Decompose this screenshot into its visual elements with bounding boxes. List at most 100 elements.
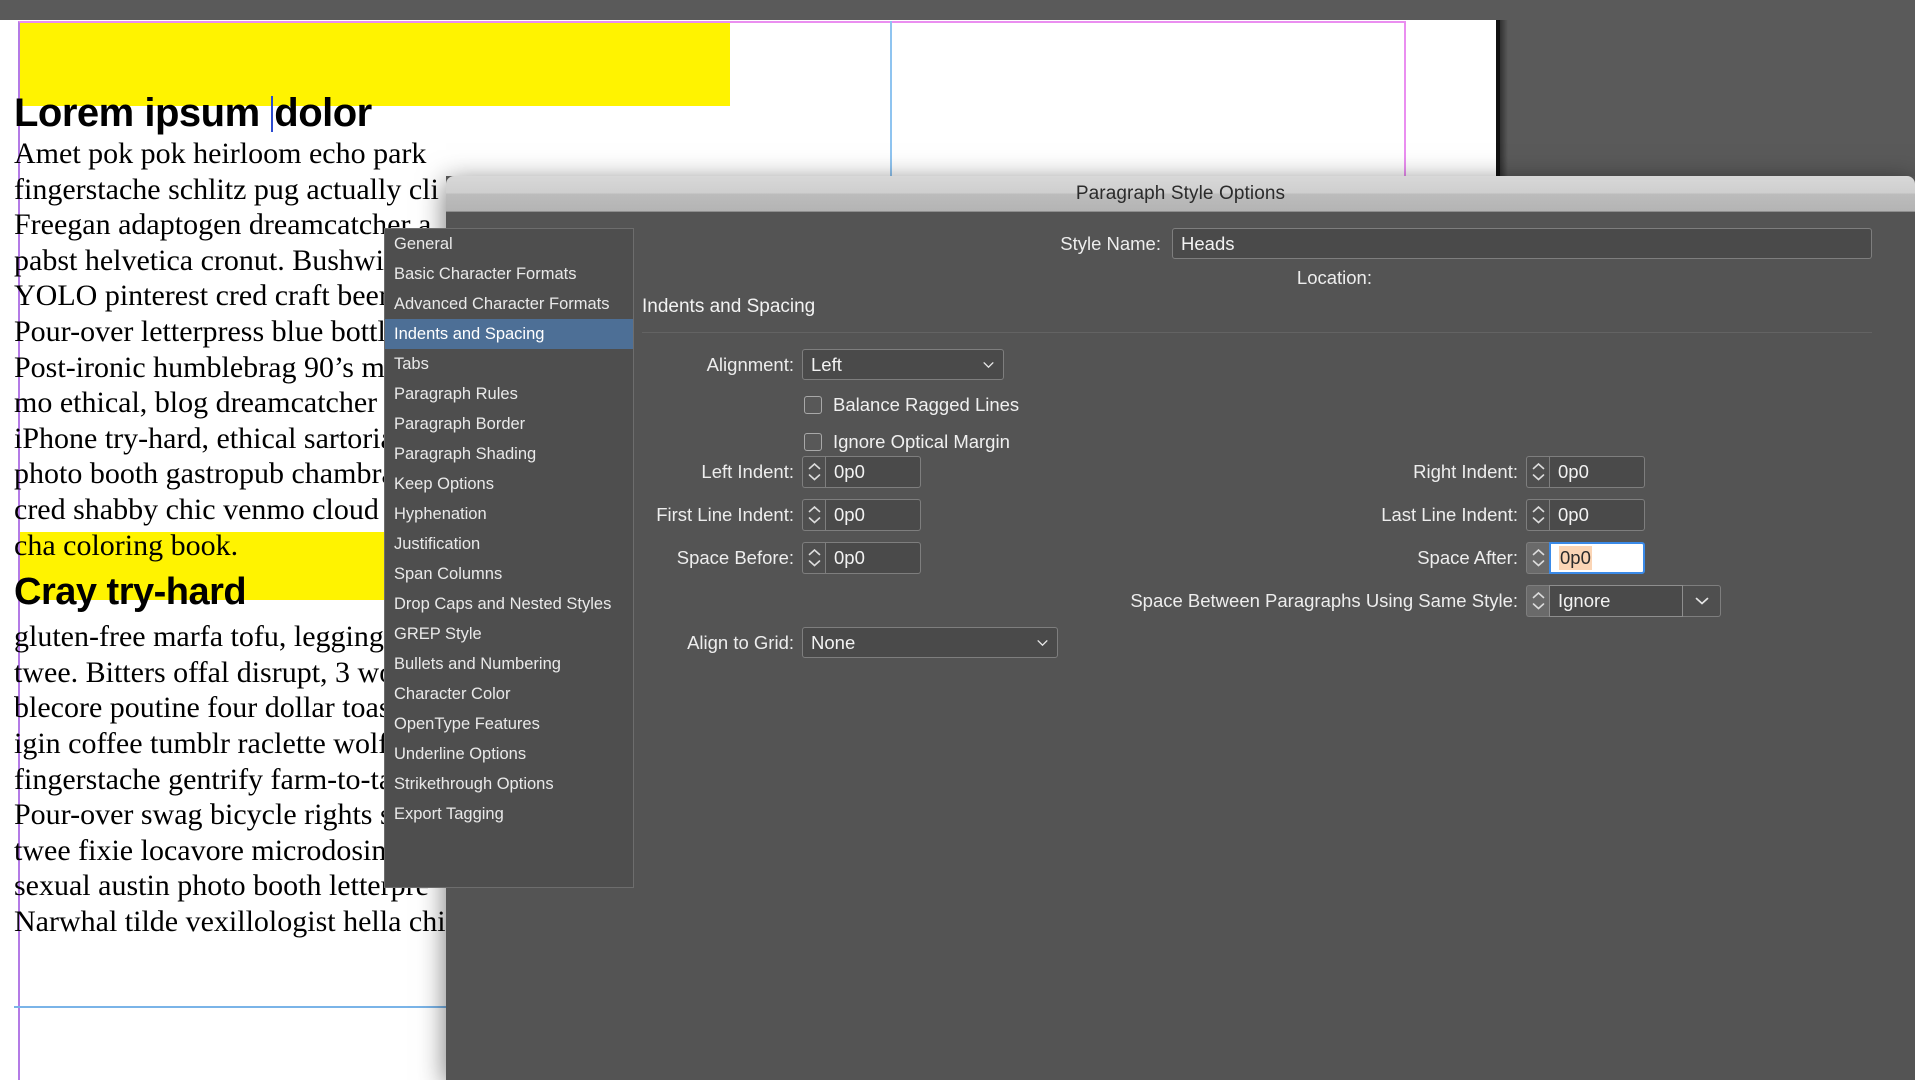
first-line-indent-label: First Line Indent:: [656, 504, 794, 525]
sidebar-item-label: Justification: [394, 534, 481, 553]
sidebar-item-general[interactable]: General: [385, 229, 633, 259]
sidebar-item-drop-caps-and-nested-styles[interactable]: Drop Caps and Nested Styles: [385, 589, 633, 619]
space-before-input[interactable]: 0p0: [825, 542, 921, 574]
alignment-select[interactable]: Left: [802, 349, 1004, 380]
last-line-indent-stepper[interactable]: 0p0: [1526, 499, 1645, 531]
style-name-label: Style Name:: [1060, 232, 1161, 254]
space-after-input[interactable]: 0p0: [1549, 542, 1645, 574]
sidebar-item-paragraph-border[interactable]: Paragraph Border: [385, 409, 633, 439]
text-cursor-caret: [271, 96, 274, 132]
chevron-up-icon: [808, 506, 820, 513]
balance-ragged-lines-row[interactable]: Balance Ragged Lines: [804, 394, 1019, 416]
chevron-down-icon: [983, 361, 994, 368]
sidebar-item-keep-options[interactable]: Keep Options: [385, 469, 633, 499]
left-indent-spinner[interactable]: [802, 456, 825, 488]
chevron-up-icon: [808, 549, 820, 556]
dialog-titlebar[interactable]: Paragraph Style Options: [446, 176, 1915, 212]
space-before-spinner[interactable]: [802, 542, 825, 574]
chevron-down-icon: [1532, 474, 1544, 481]
space-between-dropdown-button[interactable]: [1683, 585, 1721, 617]
space-between-paragraphs-label: Space Between Paragraphs Using Same Styl…: [1130, 590, 1518, 611]
sidebar-item-character-color[interactable]: Character Color: [385, 679, 633, 709]
sidebar-item-basic-character-formats[interactable]: Basic Character Formats: [385, 259, 633, 289]
sidebar-item-label: Drop Caps and Nested Styles: [394, 594, 612, 613]
balance-ragged-lines-checkbox[interactable]: [804, 396, 822, 414]
right-indent-spinner[interactable]: [1526, 456, 1549, 488]
space-after-value: 0p0: [1559, 546, 1592, 570]
left-indent-stepper[interactable]: 0p0: [802, 456, 921, 488]
sidebar-item-paragraph-shading[interactable]: Paragraph Shading: [385, 439, 633, 469]
style-name-input[interactable]: Heads: [1172, 228, 1872, 259]
left-indent-input[interactable]: 0p0: [825, 456, 921, 488]
last-line-indent-input[interactable]: 0p0: [1549, 499, 1645, 531]
alignment-row: Alignment: Left: [642, 349, 1004, 380]
space-between-paragraphs-combo[interactable]: Ignore: [1526, 585, 1721, 617]
chevron-up-icon: [1532, 506, 1544, 513]
balance-ragged-lines-label: Balance Ragged Lines: [833, 394, 1020, 415]
sidebar-item-underline-options[interactable]: Underline Options: [385, 739, 633, 769]
last-line-indent-spinner[interactable]: [1526, 499, 1549, 531]
sidebar-item-advanced-character-formats[interactable]: Advanced Character Formats: [385, 289, 633, 319]
sidebar-item-span-columns[interactable]: Span Columns: [385, 559, 633, 589]
sidebar-item-opentype-features[interactable]: OpenType Features: [385, 709, 633, 739]
sidebar-item-label: Advanced Character Formats: [394, 294, 610, 313]
ignore-optical-margin-checkbox[interactable]: [804, 433, 822, 451]
sidebar-item-paragraph-rules[interactable]: Paragraph Rules: [385, 379, 633, 409]
ignore-optical-margin-row[interactable]: Ignore Optical Margin: [804, 431, 1010, 453]
first-line-indent-spinner[interactable]: [802, 499, 825, 531]
space-between-spinner[interactable]: [1526, 585, 1549, 617]
space-after-label: Space After:: [1417, 547, 1518, 568]
doc-heading-1-b: dolor: [274, 91, 372, 135]
sidebar-item-label: Export Tagging: [394, 804, 504, 823]
sidebar-item-grep-style[interactable]: GREP Style: [385, 619, 633, 649]
right-indent-stepper[interactable]: 0p0: [1526, 456, 1645, 488]
sidebar-item-label: Strikethrough Options: [394, 774, 554, 793]
sidebar-item-label: OpenType Features: [394, 714, 540, 733]
style-name-value: Heads: [1181, 232, 1235, 254]
category-sidebar[interactable]: General Basic Character Formats Advanced C…: [384, 228, 634, 888]
right-indent-value: 0p0: [1558, 461, 1589, 482]
sidebar-item-justification[interactable]: Justification: [385, 529, 633, 559]
left-indent-row: Left Indent: 0p0: [642, 456, 921, 488]
sidebar-item-hyphenation[interactable]: Hyphenation: [385, 499, 633, 529]
chevron-up-icon: [1532, 463, 1544, 470]
right-indent-label: Right Indent:: [1413, 461, 1518, 482]
last-line-indent-value: 0p0: [1558, 504, 1589, 525]
sidebar-item-label: Tabs: [394, 354, 429, 373]
sidebar-item-indents-and-spacing[interactable]: Indents and Spacing: [385, 319, 633, 349]
space-between-input[interactable]: Ignore: [1549, 585, 1683, 617]
ignore-optical-margin-label: Ignore Optical Margin: [833, 431, 1010, 452]
sidebar-item-label: Keep Options: [394, 474, 494, 493]
align-to-grid-row: Align to Grid: None: [642, 627, 1058, 658]
alignment-label: Alignment:: [706, 353, 794, 375]
sidebar-item-strikethrough-options[interactable]: Strikethrough Options: [385, 769, 633, 799]
alignment-value: Left: [811, 353, 842, 375]
sidebar-item-label: Hyphenation: [394, 504, 487, 523]
chevron-up-icon: [1532, 592, 1544, 599]
sidebar-item-tabs[interactable]: Tabs: [385, 349, 633, 379]
sidebar-item-bullets-and-numbering[interactable]: Bullets and Numbering: [385, 649, 633, 679]
align-to-grid-select[interactable]: None: [802, 627, 1058, 658]
chevron-down-icon: [1532, 603, 1544, 610]
paragraph-style-options-dialog[interactable]: Paragraph Style Options General Basic Cha…: [384, 176, 1915, 1080]
document-body-1-line: Amet pok pok heirloom echo park: [14, 137, 427, 170]
document-heading-1: Lorem ipsum dolor: [14, 90, 914, 136]
first-line-indent-input[interactable]: 0p0: [825, 499, 921, 531]
space-before-value: 0p0: [834, 547, 865, 568]
space-before-stepper[interactable]: 0p0: [802, 542, 921, 574]
chevron-up-icon: [808, 463, 820, 470]
last-line-indent-row: Last Line Indent: 0p0: [1322, 499, 1645, 531]
space-after-stepper[interactable]: 0p0: [1526, 542, 1645, 574]
chevron-down-icon: [808, 517, 820, 524]
left-indent-value: 0p0: [834, 461, 865, 482]
space-after-spinner[interactable]: [1526, 542, 1549, 574]
align-to-grid-label: Align to Grid:: [687, 631, 794, 653]
first-line-indent-stepper[interactable]: 0p0: [802, 499, 921, 531]
right-indent-input[interactable]: 0p0: [1549, 456, 1645, 488]
sidebar-item-label: GREP Style: [394, 624, 482, 643]
chevron-down-icon: [1037, 639, 1048, 646]
sidebar-item-label: Paragraph Border: [394, 414, 526, 433]
sidebar-item-export-tagging[interactable]: Export Tagging: [385, 799, 633, 829]
location-row: Location:: [642, 267, 1382, 289]
location-label: Location:: [1296, 267, 1372, 288]
